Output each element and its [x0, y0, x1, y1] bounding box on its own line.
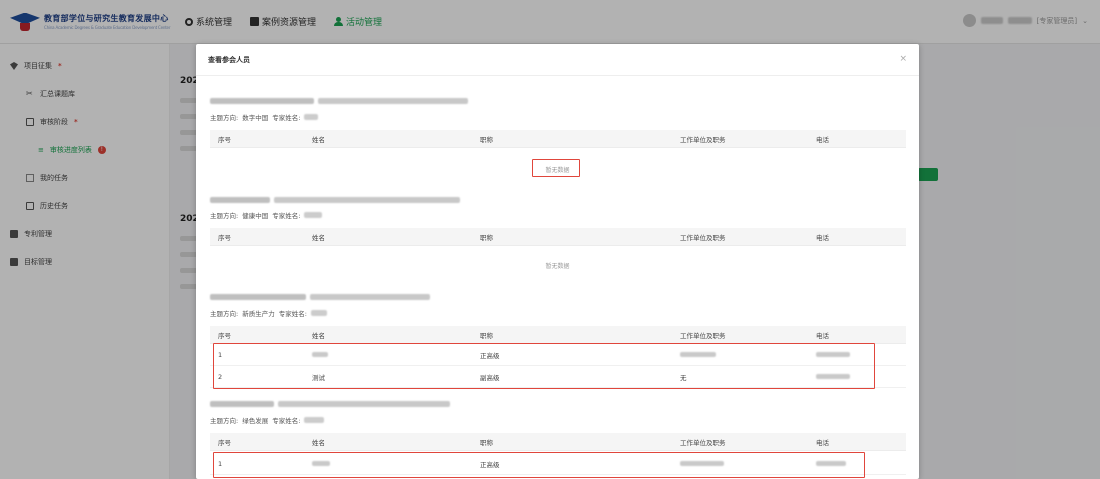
- table-header: 序号 姓名 职称 工作单位及职务 电话: [210, 326, 906, 344]
- table-row: 1 正高级: [210, 453, 906, 475]
- table-header: 序号 姓名 职称 工作单位及职务 电话: [210, 228, 906, 246]
- group-title-blurred: [210, 197, 460, 203]
- group-meta: 主题方向: 健康中国 专家姓名:: [210, 210, 323, 220]
- close-icon[interactable]: ×: [899, 54, 907, 64]
- group-meta: 主题方向: 数字中国 专家姓名:: [210, 112, 319, 122]
- phone-blurred: [816, 352, 850, 357]
- phone-blurred: [816, 461, 846, 466]
- empty-state: 暂无数据: [545, 263, 570, 270]
- name-blurred: [312, 352, 328, 357]
- modal-body: 主题方向: 数字中国 专家姓名: 序号 姓名 职称 工作单位及职务 电话 暂无数…: [196, 76, 919, 479]
- unit-blurred: [680, 352, 716, 357]
- expert-name-blurred: [304, 114, 319, 120]
- modal-title: 查看参会人员: [208, 55, 250, 64]
- group-meta: 主题方向: 绿色发展 专家姓名:: [210, 415, 325, 425]
- group-title-blurred: [210, 401, 450, 407]
- topic-value: 健康中国: [242, 212, 269, 220]
- unit-blurred: [680, 461, 724, 466]
- expert-name-blurred: [310, 310, 327, 316]
- expert-name-blurred: [304, 212, 323, 218]
- topic-value: 绿色发展: [242, 417, 269, 425]
- table-header: 序号 姓名 职称 工作单位及职务 电话: [210, 433, 906, 451]
- topic-value: 数字中国: [242, 114, 269, 122]
- group-meta: 主题方向: 新质生产力 专家姓名:: [210, 308, 327, 318]
- empty-state: 暂无数据: [545, 167, 570, 174]
- table-row: 2 测试 副高级 无: [210, 366, 906, 388]
- topic-value: 新质生产力: [242, 310, 275, 318]
- table-header: 序号 姓名 职称 工作单位及职务 电话: [210, 130, 906, 148]
- participants-modal: 查看参会人员 × 主题方向: 数字中国 专家姓名: 序号 姓名 职称 工作单位及…: [196, 44, 919, 479]
- expert-name-blurred: [304, 417, 325, 423]
- modal-header: 查看参会人员: [196, 44, 919, 76]
- phone-blurred: [816, 374, 850, 379]
- group-title-blurred: [210, 98, 468, 104]
- group-title-blurred: [210, 294, 430, 300]
- name-blurred: [312, 461, 330, 466]
- table-row: 1 正高级: [210, 344, 906, 366]
